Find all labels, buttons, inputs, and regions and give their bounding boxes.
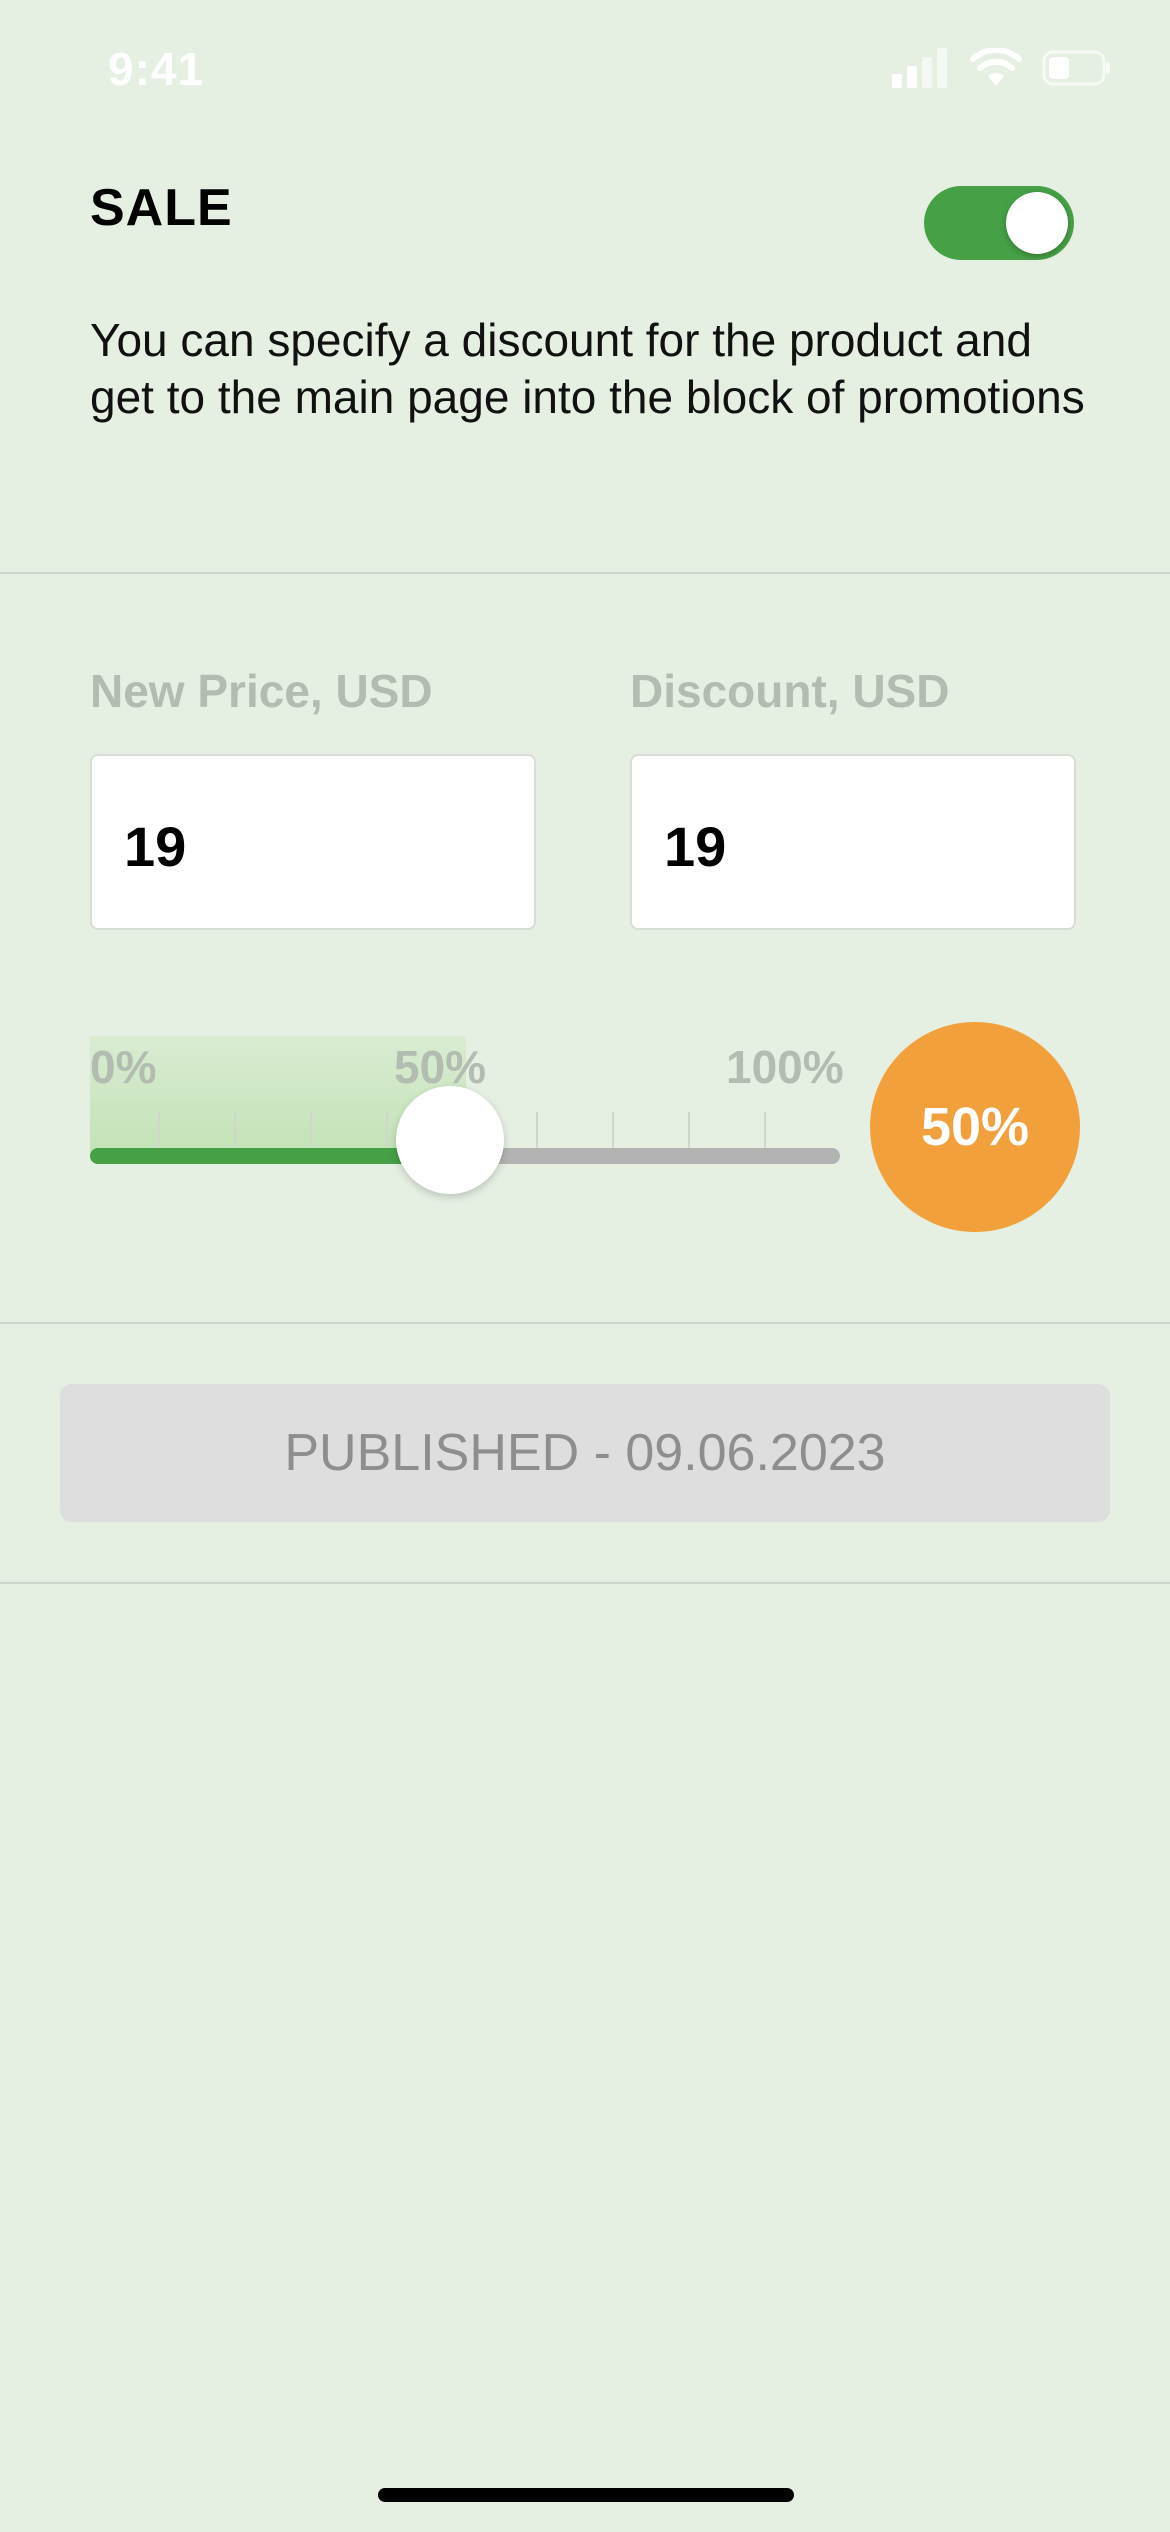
status-icons (892, 48, 1112, 88)
slider-thumb[interactable] (396, 1086, 504, 1194)
home-indicator[interactable] (378, 2488, 794, 2502)
discount-label: Discount, USD (630, 665, 950, 717)
slider-tick (310, 1112, 312, 1152)
discount-value: 19 (664, 815, 727, 878)
slider-tick (612, 1112, 614, 1152)
slider-tick (158, 1112, 160, 1152)
slider-tick (688, 1112, 690, 1152)
wifi-icon (970, 48, 1022, 86)
new-price-input[interactable]: 19 (90, 754, 536, 930)
battery-icon (1042, 50, 1110, 86)
slider-min-label: 0% (90, 1041, 157, 1093)
toggle-knob (1006, 192, 1068, 254)
discount-input[interactable]: 19 (630, 754, 1076, 930)
slider-tick (386, 1112, 388, 1152)
status-time: 9:41 (108, 43, 205, 95)
slider-tick (234, 1112, 236, 1152)
new-price-value: 19 (124, 815, 187, 878)
published-button[interactable]: PUBLISHED - 09.06.2023 (60, 1384, 1110, 1522)
divider (0, 572, 1170, 574)
slider-tick (764, 1112, 766, 1152)
slider-max-label: 100% (726, 1041, 844, 1093)
slider-tick (536, 1112, 538, 1152)
discount-percent-badge: 50% (870, 1022, 1080, 1232)
divider (0, 1322, 1170, 1324)
sale-description: You can specify a discount for the produ… (90, 314, 1085, 423)
sale-toggle[interactable] (924, 186, 1074, 260)
cellular-signal-icon (892, 48, 947, 88)
sale-title: SALE (90, 179, 233, 237)
divider (0, 1582, 1170, 1584)
new-price-label: New Price, USD (90, 665, 433, 717)
